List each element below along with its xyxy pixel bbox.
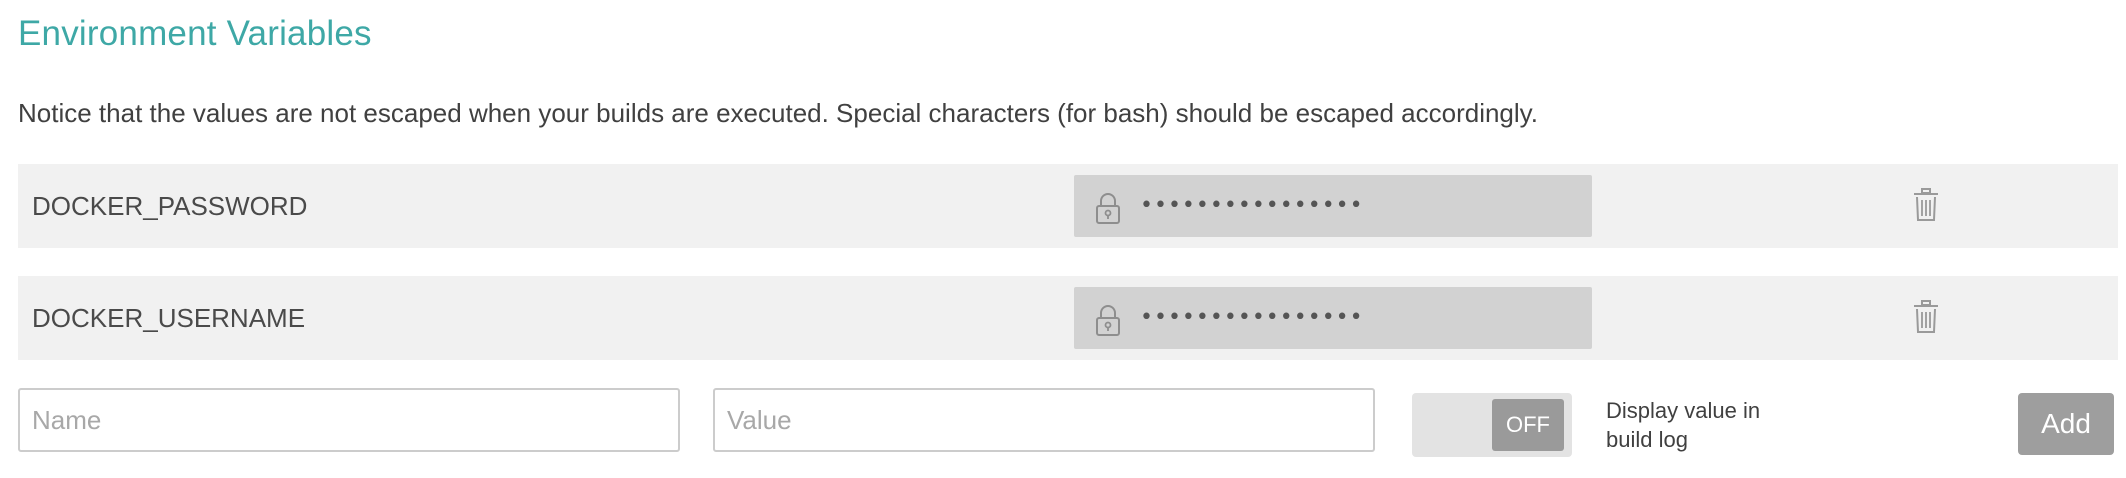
masked-value: ••••••••••••••••	[1140, 305, 1364, 330]
env-variable-name: DOCKER_PASSWORD	[32, 191, 308, 221]
env-variable-value-field: ••••••••••••••••	[1074, 287, 1592, 349]
toggle-label-line: Display value in	[1606, 398, 1761, 423]
env-variable-row: DOCKER_PASSWORD ••••••••••••••••	[18, 164, 2118, 248]
lock-icon	[1096, 193, 1120, 224]
escape-notice: Notice that the values are not escaped w…	[18, 98, 1538, 128]
env-variable-name: DOCKER_USERNAME	[32, 303, 306, 333]
section-title: Environment Variables	[18, 14, 372, 53]
env-variable-value-field: ••••••••••••••••	[1074, 175, 1592, 237]
value-input[interactable]	[713, 388, 1375, 452]
display-value-toggle[interactable]: OFF	[1412, 393, 1572, 457]
trash-icon[interactable]	[1913, 188, 1939, 222]
trash-icon[interactable]	[1913, 300, 1939, 334]
env-variable-row: DOCKER_USERNAME ••••••••••••••••	[18, 276, 2118, 360]
masked-value: ••••••••••••••••	[1140, 193, 1364, 218]
toggle-label: Display value in build log	[1606, 396, 1806, 454]
toggle-label-line: build log	[1606, 427, 1688, 452]
lock-icon	[1096, 305, 1120, 336]
add-button[interactable]: Add	[2018, 393, 2114, 455]
toggle-state-label: OFF	[1492, 399, 1564, 451]
name-input[interactable]	[18, 388, 680, 452]
